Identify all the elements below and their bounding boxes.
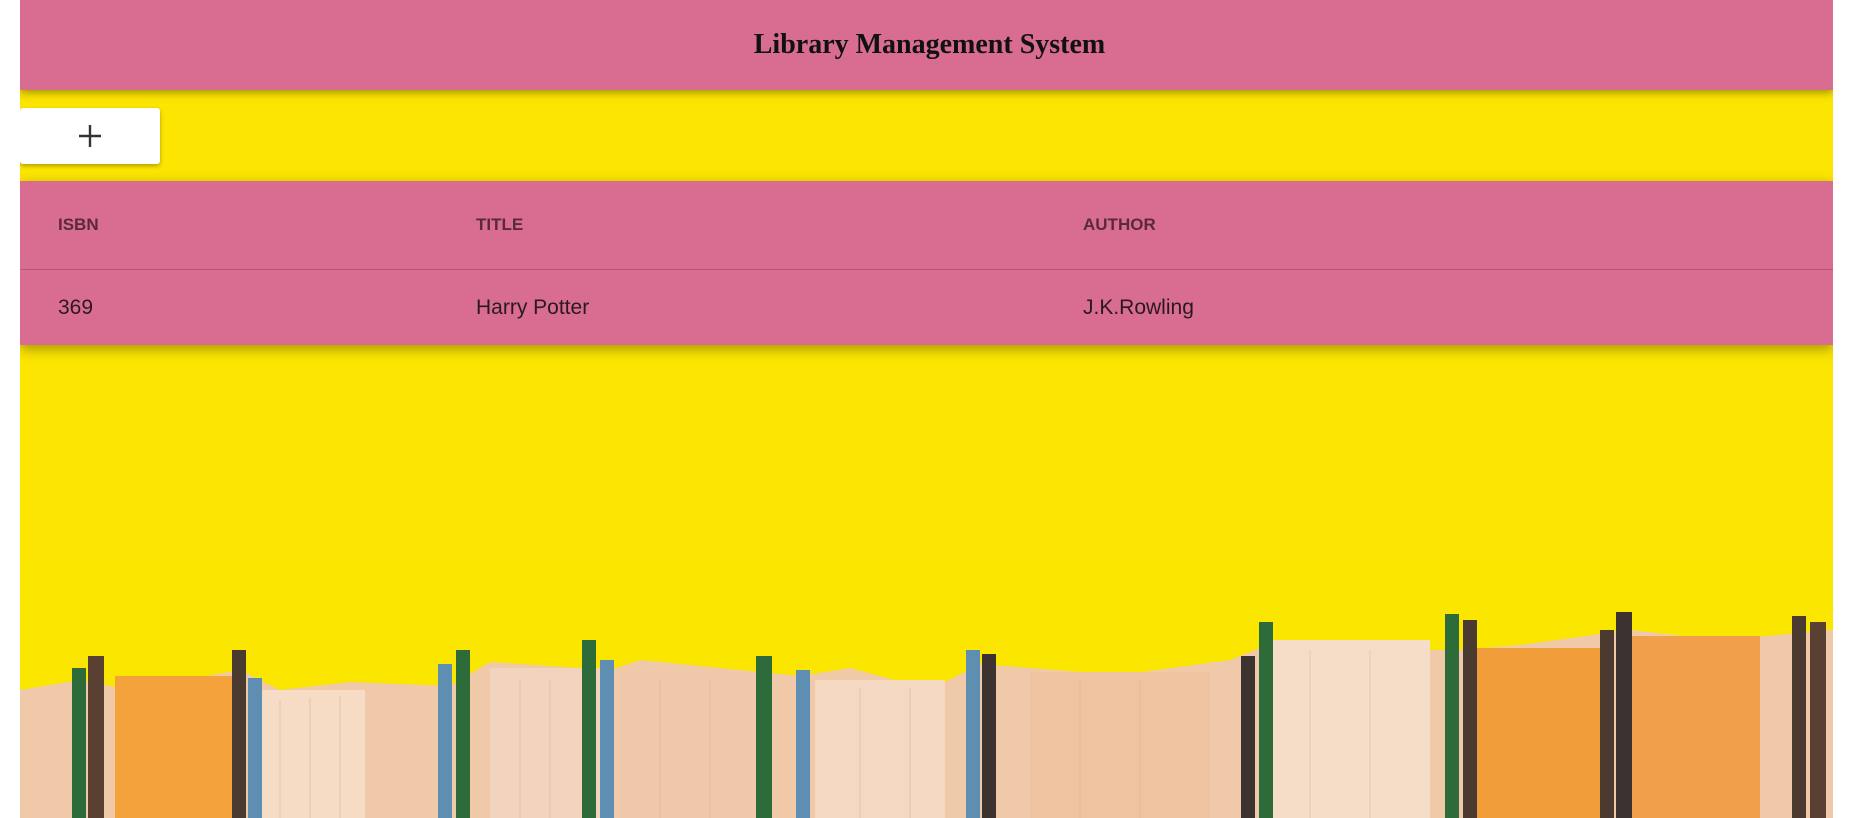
books-background-image	[20, 0, 1833, 818]
table-header-row: ISBN TITLE AUTHOR	[20, 181, 1833, 270]
column-header-isbn[interactable]: ISBN	[20, 181, 476, 270]
add-book-button[interactable]	[20, 108, 160, 164]
books-table: ISBN TITLE AUTHOR 369 Harry Potter J.K.R…	[20, 181, 1833, 345]
app-canvas: Library Management System ISBN TITLE AUT…	[20, 0, 1833, 818]
cell-title: Harry Potter	[476, 295, 590, 319]
page-title: Library Management System	[753, 29, 1106, 60]
column-header-author[interactable]: AUTHOR	[1083, 181, 1833, 270]
books-table-card: ISBN TITLE AUTHOR 369 Harry Potter J.K.R…	[20, 181, 1833, 345]
app-header: Library Management System	[20, 0, 1833, 90]
cell-isbn: 369	[58, 295, 94, 319]
plus-icon	[79, 125, 101, 147]
column-header-title[interactable]: TITLE	[476, 181, 1083, 270]
cell-author: J.K.Rowling	[1083, 295, 1194, 319]
table-row[interactable]: 369 Harry Potter J.K.Rowling	[20, 270, 1833, 346]
